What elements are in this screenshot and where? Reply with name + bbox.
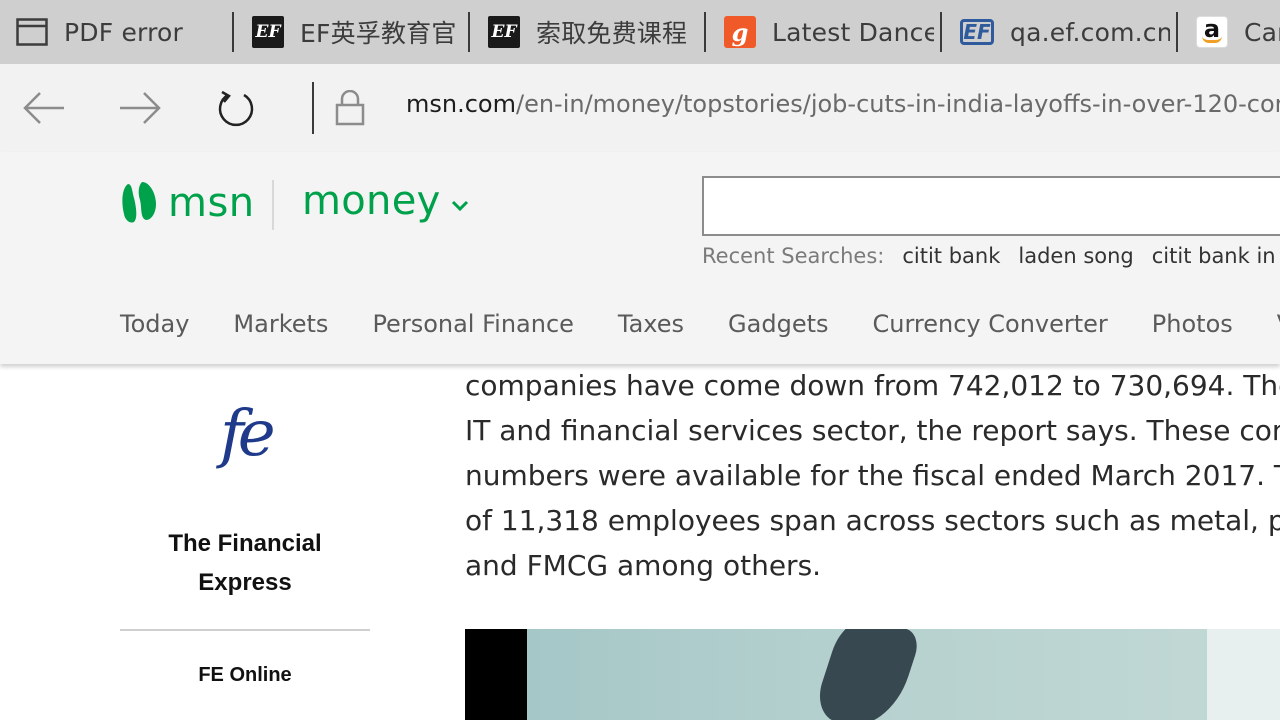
recent-search-item[interactable]: citit bank in ir — [1152, 244, 1280, 268]
g-icon: g — [724, 16, 756, 48]
article-body: companies have come down from 742,012 to… — [465, 364, 1280, 624]
url-host: msn.com — [406, 90, 516, 118]
tab-divider — [1176, 12, 1178, 52]
msn-header: msn money Recent Searches: citit bank la… — [0, 152, 1280, 364]
amazon-smile — [1202, 36, 1222, 43]
publisher-name-line: The Financial — [168, 530, 322, 557]
nav-tab-taxes[interactable]: Taxes — [618, 310, 684, 338]
amazon-letter: a — [1203, 14, 1221, 43]
article-line: numbers were available for the fiscal en… — [465, 459, 1280, 492]
tab-divider — [940, 12, 942, 52]
tab-qa-ef[interactable]: EF qa.ef.com.cn — [960, 0, 1170, 64]
tab-title: Latest Dance — [772, 17, 934, 47]
tab-title: Car — [1244, 17, 1280, 47]
nav-tab-markets[interactable]: Markets — [233, 310, 328, 338]
article-line: companies have come down from 742,012 to… — [465, 369, 1280, 402]
publisher-sidebar: fe The Financial Express FE Online — [120, 364, 370, 720]
section-title: money — [302, 178, 441, 224]
ef-icon: EF — [488, 16, 520, 48]
image-highlight — [1207, 629, 1280, 720]
recent-searches: Recent Searches: citit bank laden song c… — [702, 244, 1280, 268]
tab-latest-dance[interactable]: g Latest Dance — [724, 0, 934, 64]
recent-searches-label: Recent Searches: — [702, 244, 885, 268]
chevron-down-icon — [451, 200, 468, 212]
nav-tab-photos[interactable]: Photos — [1152, 310, 1233, 338]
tab-divider — [468, 12, 470, 52]
forward-arrow-icon — [120, 92, 161, 124]
tab-title: 索取免费课程 — [536, 19, 688, 48]
ef-blue-icon: EF — [960, 19, 994, 45]
article-line: and FMCG among others. — [465, 549, 822, 582]
section-nav: Today Markets Personal Finance Taxes Gad… — [120, 310, 1280, 338]
header-divider — [272, 180, 274, 230]
article-line: of 11,318 employees span across sectors … — [465, 504, 1280, 537]
toolbar-divider — [312, 82, 314, 134]
tab-ef-education[interactable]: EF EF英孚教育官 — [252, 0, 462, 64]
section-selector[interactable]: money — [302, 178, 469, 224]
recent-search-item[interactable]: laden song — [1018, 244, 1133, 268]
nav-tab-gadgets[interactable]: Gadgets — [728, 310, 828, 338]
publisher-logo[interactable]: fe — [220, 402, 276, 466]
site-info-button[interactable] — [326, 84, 374, 132]
back-button[interactable] — [20, 84, 68, 132]
msn-logo-text: msn — [168, 180, 255, 226]
tab-pdf-error[interactable]: PDF error — [16, 0, 226, 64]
back-arrow-icon — [23, 92, 64, 124]
tab-title: EF英孚教育官 — [300, 19, 457, 48]
lock-icon — [335, 90, 365, 126]
browser-tab-strip: PDF error EF EF英孚教育官 EF 索取免费课程 g Latest … — [0, 0, 1280, 64]
forward-button[interactable] — [116, 84, 164, 132]
browser-toolbar: msn.com/en-in/money/topstories/job-cuts-… — [0, 64, 1280, 152]
tab-free-course[interactable]: EF 索取免费课程 — [488, 0, 698, 64]
url-path: /en-in/money/topstories/job-cuts-in-indi… — [515, 90, 1280, 118]
publisher-name-line: Express — [198, 569, 292, 596]
sidebar-divider — [120, 629, 370, 631]
search-input[interactable] — [702, 176, 1280, 236]
msn-butterfly-icon — [122, 182, 156, 223]
msn-logo[interactable]: msn — [120, 178, 255, 228]
image-figure — [811, 629, 923, 720]
article-line: IT and financial services sector, the re… — [465, 414, 1280, 447]
recent-search-item[interactable]: citit bank — [902, 244, 1000, 268]
refresh-icon — [218, 90, 254, 127]
tab-amazon[interactable]: a Car — [1196, 0, 1280, 64]
tab-title: qa.ef.com.cn — [1010, 17, 1170, 47]
article-image-content — [527, 629, 1280, 720]
tab-title: PDF error — [64, 17, 183, 47]
ef-icon: EF — [252, 16, 284, 48]
publisher-name[interactable]: The Financial Express — [120, 524, 370, 602]
nav-tab-today[interactable]: Today — [120, 310, 189, 338]
article-image[interactable] — [465, 629, 1280, 720]
amazon-icon: a — [1196, 16, 1228, 48]
nav-tab-currency-converter[interactable]: Currency Converter — [873, 310, 1108, 338]
nav-tab-personal-finance[interactable]: Personal Finance — [372, 310, 573, 338]
window-icon — [16, 16, 48, 48]
tab-divider — [704, 12, 706, 52]
publisher-author[interactable]: FE Online — [120, 664, 370, 687]
address-bar[interactable]: msn.com/en-in/money/topstories/job-cuts-… — [406, 90, 1280, 118]
tab-divider — [232, 12, 234, 52]
refresh-button[interactable] — [212, 84, 260, 132]
